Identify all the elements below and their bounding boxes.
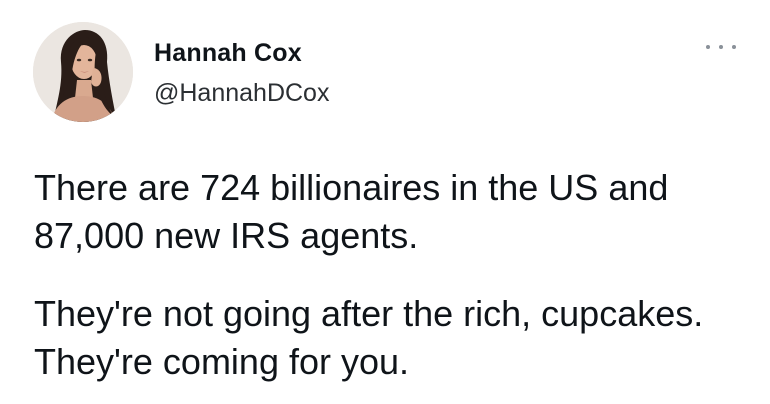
tweet-text-paragraph-1: There are 724 billionaires in the US and… (34, 167, 669, 256)
tweet-text-paragraph-2: They're not going after the rich, cupcak… (34, 293, 704, 382)
more-horizontal-icon-dot (719, 45, 723, 49)
avatar[interactable] (33, 22, 133, 122)
tweet-card: Hannah Cox @HannahDCox There are 724 bil… (0, 0, 770, 404)
author-display-name[interactable]: Hannah Cox (154, 38, 329, 68)
author-handle[interactable]: @HannahDCox (154, 78, 329, 108)
more-options-button[interactable] (706, 40, 736, 54)
profile-photo-icon (33, 22, 133, 122)
author-info: Hannah Cox @HannahDCox (154, 38, 329, 108)
more-horizontal-icon-dot (732, 45, 736, 49)
more-horizontal-icon (706, 45, 710, 49)
